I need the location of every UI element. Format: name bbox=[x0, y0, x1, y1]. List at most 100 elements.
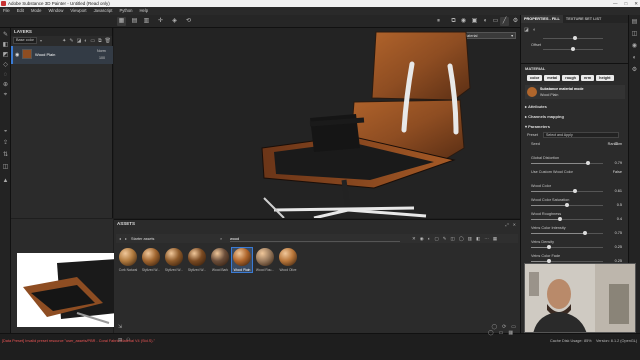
material-mode-box[interactable]: Substance material mode Wood Plain bbox=[525, 85, 625, 99]
menu-viewport[interactable]: Viewport bbox=[70, 7, 86, 15]
geometry-icon[interactable]: ◇ bbox=[2, 62, 9, 69]
menu-edit[interactable]: Edit bbox=[17, 7, 24, 15]
param-slider-knob[interactable] bbox=[585, 161, 590, 165]
randomize-seed-icon[interactable]: ⚄ bbox=[615, 141, 618, 146]
visibility-eye-icon[interactable]: ◉ bbox=[15, 52, 19, 58]
param-slider[interactable] bbox=[531, 189, 603, 193]
param-slider[interactable] bbox=[531, 231, 603, 235]
settings-icon[interactable]: ⚙ bbox=[511, 17, 520, 26]
chip-nrm[interactable]: nrm bbox=[580, 75, 595, 81]
channel-select[interactable]: Base color bbox=[13, 37, 37, 44]
maximize-button[interactable]: □ bbox=[625, 0, 628, 7]
screenshot-icon[interactable]: ▣ bbox=[470, 17, 479, 26]
param-value[interactable]: 0.25 bbox=[615, 245, 622, 249]
share-icon[interactable]: ⇅ bbox=[2, 152, 9, 159]
render-icon[interactable]: ◐ bbox=[481, 17, 490, 26]
preset-select[interactable]: Select and Apply bbox=[543, 132, 619, 138]
back-arrow-icon[interactable]: ◂ bbox=[119, 236, 121, 241]
top-slider[interactable] bbox=[543, 36, 603, 40]
menu-mode[interactable]: Mode bbox=[31, 7, 41, 15]
chip-rough[interactable]: rough bbox=[562, 75, 579, 81]
clear-search-icon[interactable]: ✕ bbox=[412, 236, 416, 242]
close-button[interactable]: ✕ bbox=[634, 0, 638, 7]
param-slider[interactable] bbox=[531, 217, 603, 221]
tab-properties-fill[interactable]: PROPERTIES - FILL bbox=[521, 15, 563, 23]
menu-window[interactable]: Window bbox=[48, 7, 63, 15]
param-slider[interactable] bbox=[531, 203, 603, 207]
frame-icon[interactable]: ▭ bbox=[499, 330, 504, 336]
panel-close-icon[interactable]: ✕ bbox=[513, 222, 516, 227]
layer-blend-mode[interactable]: Norm bbox=[97, 49, 106, 53]
plugin-icon[interactable]: ◫ bbox=[2, 164, 9, 171]
param-slider-knob[interactable] bbox=[547, 245, 551, 249]
camera-icon[interactable]: ◉ bbox=[459, 17, 468, 26]
material-thumbnail[interactable]: Cork Natural bbox=[118, 248, 138, 272]
display-icon[interactable]: ▭ bbox=[491, 17, 500, 26]
param-slider-knob[interactable] bbox=[557, 217, 562, 221]
breadcrumb-starter-assets[interactable]: Starter assets bbox=[131, 237, 154, 241]
duplicate-icon[interactable]: ⧉ bbox=[98, 38, 102, 44]
menu-help[interactable]: Help bbox=[139, 7, 148, 15]
clone-icon[interactable]: ⊕ bbox=[2, 82, 9, 89]
filter-mask-icon[interactable]: ◫ bbox=[450, 236, 454, 242]
add-effect-icon[interactable]: ✦ bbox=[62, 38, 66, 44]
chip-height[interactable]: height bbox=[596, 75, 614, 81]
circle-tool-icon[interactable]: ◯ bbox=[488, 330, 494, 336]
view-grid-icon[interactable]: ▦ bbox=[493, 236, 497, 242]
material-thumbnail[interactable]: Wood Olive bbox=[278, 248, 298, 272]
export-icon[interactable]: ⇪ bbox=[2, 140, 9, 147]
grid-view-icon[interactable]: ▦ bbox=[117, 17, 126, 26]
projection-icon[interactable]: ◩ bbox=[2, 52, 9, 59]
param-value[interactable]: 0.61 bbox=[615, 189, 622, 193]
texture-set-icon[interactable]: ◫ bbox=[631, 31, 638, 38]
add-paint-layer-icon[interactable]: ✎ bbox=[69, 38, 73, 44]
forward-arrow-icon[interactable]: ▸ bbox=[125, 236, 127, 241]
menu-python[interactable]: Python bbox=[119, 7, 132, 15]
menu-javascript[interactable]: Javascript bbox=[94, 7, 113, 15]
crop-icon[interactable]: ⧉ bbox=[449, 17, 458, 26]
layout-icon[interactable]: ▤ bbox=[130, 17, 139, 26]
tab-texture-set-list[interactable]: TEXTURE SET LIST bbox=[563, 15, 604, 23]
param-slider[interactable] bbox=[531, 161, 603, 165]
filter-more-icon[interactable]: ⋯ bbox=[484, 236, 489, 242]
param-slider-knob[interactable] bbox=[572, 189, 577, 193]
smudge-icon[interactable]: ◌ bbox=[2, 72, 9, 79]
param-slider[interactable] bbox=[531, 259, 603, 263]
section-attributes[interactable]: ▸ Attributes bbox=[525, 104, 547, 109]
layer-row-wood-plain[interactable]: ◉ Wood Plain Norm 100 bbox=[11, 46, 113, 64]
add-mask-icon[interactable]: ◐ bbox=[84, 38, 87, 44]
material-thumbnail[interactable]: Stylized W... bbox=[187, 248, 207, 272]
shader-icon[interactable]: ◉ bbox=[631, 43, 638, 50]
display-settings-icon[interactable]: ◐ bbox=[631, 55, 638, 62]
filter-env-icon[interactable]: ◯ bbox=[459, 236, 464, 242]
param-value[interactable]: 0.5 bbox=[617, 203, 622, 207]
picker-icon[interactable]: ⌖ bbox=[2, 92, 9, 99]
param-slider-knob[interactable] bbox=[583, 231, 587, 235]
delete-icon[interactable]: 🗑 bbox=[105, 38, 111, 44]
section-parameters[interactable]: ▾ Parameters bbox=[525, 124, 550, 129]
filter-smart-icon[interactable]: ◐ bbox=[428, 236, 431, 242]
layout-split-icon[interactable]: ▥ bbox=[142, 17, 151, 26]
layer-opacity[interactable]: 100 bbox=[99, 56, 105, 60]
add-folder-icon[interactable]: ▭ bbox=[90, 38, 95, 44]
grid-icon[interactable]: ▦ bbox=[508, 330, 513, 336]
param-value[interactable]: 0.75 bbox=[615, 231, 622, 235]
material-thumbnail[interactable]: Wood Bark bbox=[210, 248, 230, 272]
material-thumbnail-selected[interactable]: Wood Plain bbox=[231, 247, 253, 273]
section-channels-mapping[interactable]: ▸ Channels mapping bbox=[525, 114, 564, 119]
brush-icon[interactable]: ╱ bbox=[500, 17, 509, 26]
material-thumbnail[interactable]: Stylized W... bbox=[164, 248, 184, 272]
chip-color[interactable]: color bbox=[527, 75, 543, 81]
filter-texture-icon[interactable]: ▢ bbox=[434, 236, 438, 242]
paint-brush-icon[interactable]: ✎ bbox=[2, 32, 9, 39]
material-thumbnail[interactable]: Wood Rou... bbox=[255, 248, 275, 272]
bake-icon[interactable]: ◒ bbox=[2, 128, 9, 135]
param-slider[interactable] bbox=[531, 245, 603, 249]
3d-viewport[interactable]: Material ▾ bbox=[114, 28, 520, 218]
history-icon[interactable]: ⟲ bbox=[184, 17, 193, 26]
chip-metal[interactable]: metal bbox=[544, 75, 561, 81]
symmetry-icon[interactable]: ◈ bbox=[170, 17, 179, 26]
expand-icon[interactable]: ⤢ bbox=[505, 222, 508, 227]
search-input[interactable]: wood bbox=[230, 236, 400, 242]
filter-alpha-icon[interactable]: ▥ bbox=[468, 236, 472, 242]
